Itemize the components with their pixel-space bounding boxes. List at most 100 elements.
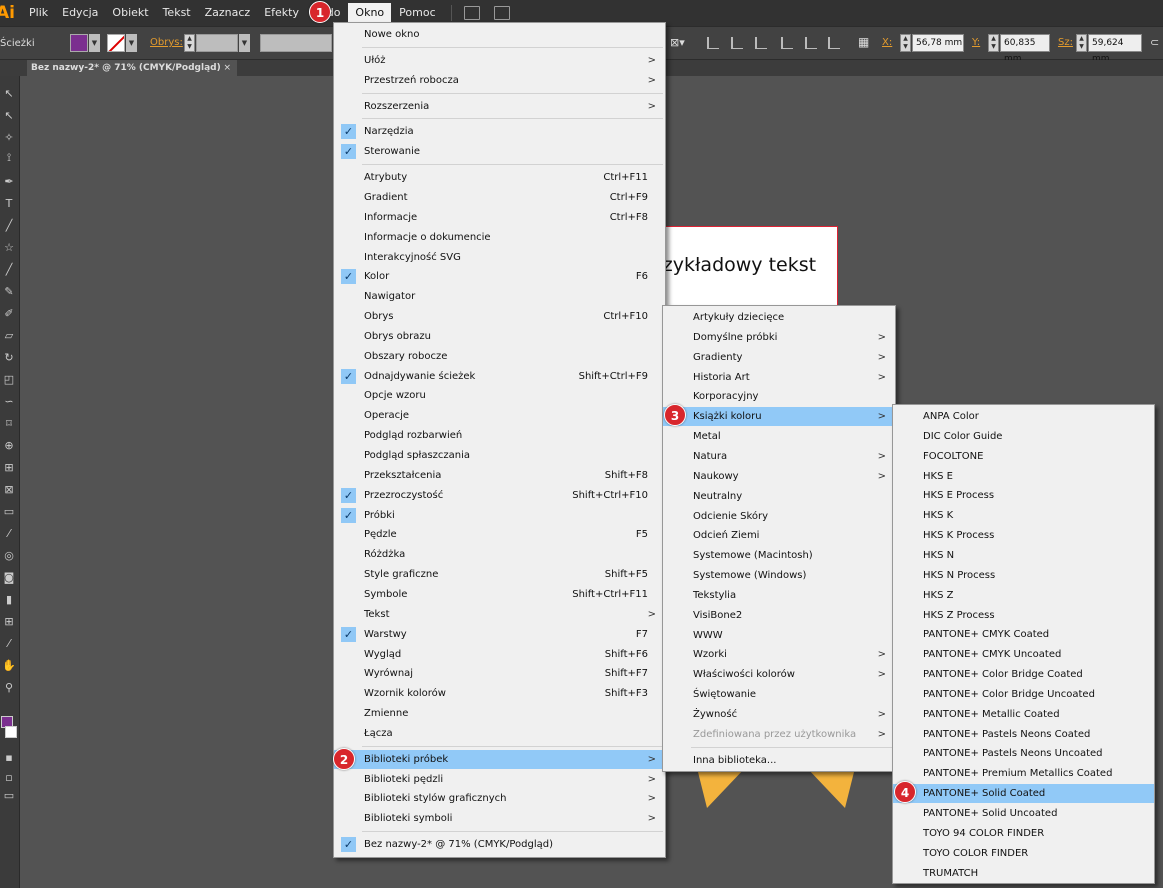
- okno-menu-item-obrys[interactable]: Obrys Ctrl+F10: [334, 307, 665, 326]
- okno-menu-item-opcje-wzoru[interactable]: Opcje wzoru: [334, 386, 665, 405]
- symbol-sprayer-tool-icon[interactable]: ◙: [1, 570, 17, 586]
- fill-dropdown-icon[interactable]: ▼: [89, 34, 100, 52]
- okno-menu-item-wyglad[interactable]: Wygląd Shift+F6: [334, 645, 665, 664]
- okno-menu-item-style-graficzne[interactable]: Style graficzne Shift+F5: [334, 565, 665, 584]
- pencil-tool-icon[interactable]: ✎: [1, 284, 17, 300]
- color-book-item-pantone-pastels-neons-uncoated[interactable]: PANTONE+ Pastels Neons Uncoated: [893, 744, 1154, 763]
- align-right-icon[interactable]: [755, 37, 767, 49]
- okno-menu-item-interakcyjnosc-svg[interactable]: Interakcyjność SVG: [334, 248, 665, 267]
- graph-tool-icon[interactable]: ▮: [1, 592, 17, 608]
- swatch-library-item-artykuly-dzieciece[interactable]: Artykuły dziecięce: [663, 308, 895, 327]
- shape-builder-tool-icon[interactable]: ⊕: [1, 438, 17, 454]
- menu-edycja[interactable]: Edycja: [55, 0, 105, 26]
- okno-menu-item-lacza[interactable]: Łącza: [334, 724, 665, 743]
- eraser-tool-icon[interactable]: ▱: [1, 328, 17, 344]
- okno-menu-item-biblioteki-pedzli[interactable]: Biblioteki pędzli >: [334, 770, 665, 789]
- menu-tekst[interactable]: Tekst: [156, 0, 198, 26]
- okno-menu-item-wyrownaj[interactable]: Wyrównaj Shift+F7: [334, 664, 665, 683]
- okno-menu-item-podglad-splaszczania[interactable]: Podgląd spłaszczania: [334, 446, 665, 465]
- swatch-library-item-odcien-ziemi[interactable]: Odcień Ziemi: [663, 526, 895, 545]
- close-icon[interactable]: ×: [223, 60, 231, 76]
- swatch-library-item-visibone2[interactable]: VisiBone2: [663, 606, 895, 625]
- rotate-tool-icon[interactable]: ↻: [1, 350, 17, 366]
- x-input[interactable]: 56,78 mm: [912, 34, 964, 52]
- okno-menu-item-odnajdywanie-sciezek[interactable]: ✓ Odnajdywanie ścieżek Shift+Ctrl+F9: [334, 367, 665, 386]
- swatch-library-item-ksiazki-koloru[interactable]: Książki koloru >: [663, 407, 895, 427]
- okno-menu-item-gradient[interactable]: Gradient Ctrl+F9: [334, 188, 665, 207]
- swatch-library-item-swietowanie[interactable]: Świętowanie: [663, 685, 895, 704]
- okno-menu-item-nawigator[interactable]: Nawigator: [334, 287, 665, 306]
- color-book-item-toyo-94-color-finder[interactable]: TOYO 94 COLOR FINDER: [893, 824, 1154, 843]
- stroke-color-swatch[interactable]: [5, 726, 17, 738]
- eyedropper-tool-icon[interactable]: ⁄: [1, 526, 17, 542]
- align-left-icon[interactable]: [707, 37, 719, 49]
- drawing-mode-icon[interactable]: ▫: [1, 770, 17, 786]
- okno-menu-item-przeksztalcenia[interactable]: Przekształcenia Shift+F8: [334, 466, 665, 485]
- color-book-item-pantone-color-bridge-uncoated[interactable]: PANTONE+ Color Bridge Uncoated: [893, 685, 1154, 704]
- color-book-item-hks-k[interactable]: HKS K: [893, 506, 1154, 525]
- okno-menu-item-warstwy[interactable]: ✓ Warstwy F7: [334, 625, 665, 644]
- swatch-library-item-historia-art[interactable]: Historia Art >: [663, 368, 895, 387]
- magic-wand-tool-icon[interactable]: ✧: [1, 130, 17, 146]
- menu-okno[interactable]: Okno: [348, 3, 392, 23]
- artboard-tool-icon[interactable]: ⊞: [1, 614, 17, 630]
- line-tool-icon[interactable]: ╱: [1, 218, 17, 234]
- menu-zaznacz[interactable]: Zaznacz: [198, 0, 258, 26]
- okno-menu-item-wzornik-kolorow[interactable]: Wzornik kolorów Shift+F3: [334, 684, 665, 703]
- stroke-weight-input[interactable]: [196, 34, 238, 52]
- color-book-item-focoltone[interactable]: FOCOLTONE: [893, 447, 1154, 466]
- okno-menu-item-tekst[interactable]: Tekst >: [334, 605, 665, 624]
- selection-tool-icon[interactable]: ↖: [1, 86, 17, 102]
- color-book-item-toyo-color-finder[interactable]: TOYO COLOR FINDER: [893, 844, 1154, 863]
- blend-tool-icon[interactable]: ◎: [1, 548, 17, 564]
- color-book-item-pantone-solid-uncoated[interactable]: PANTONE+ Solid Uncoated: [893, 804, 1154, 823]
- stroke-label-link[interactable]: Obrys:: [150, 37, 183, 48]
- color-book-item-hks-z[interactable]: HKS Z: [893, 586, 1154, 605]
- stroke-weight-stepper[interactable]: ▲ ▼: [184, 34, 195, 52]
- reference-point-icon[interactable]: ▦: [858, 35, 869, 49]
- stroke-weight-dropdown-icon[interactable]: ▼: [239, 34, 250, 52]
- okno-menu-item-podglad-rozbarwien[interactable]: Podgląd rozbarwień: [334, 426, 665, 445]
- link-proportions-icon[interactable]: ⊂: [1150, 36, 1159, 49]
- stroke-dropdown-icon[interactable]: ▼: [126, 34, 137, 52]
- okno-menu-item-biblioteki-stylow-graficznych[interactable]: Biblioteki stylów graficznych >: [334, 789, 665, 808]
- color-mode-icon[interactable]: ▪: [1, 750, 17, 766]
- menu-efekty[interactable]: Efekty: [257, 0, 306, 26]
- swatch-library-item-odcienie-skory[interactable]: Odcienie Skóry: [663, 507, 895, 526]
- okno-menu-item-przezroczystosc[interactable]: ✓ Przezroczystość Shift+Ctrl+F10: [334, 486, 665, 505]
- color-book-item-hks-e-process[interactable]: HKS E Process: [893, 486, 1154, 505]
- swatch-library-item-systemowe-windows[interactable]: Systemowe (Windows): [663, 566, 895, 585]
- swatch-library-item-gradienty[interactable]: Gradienty >: [663, 348, 895, 367]
- brush-tool-icon[interactable]: ╱: [1, 262, 17, 278]
- okno-menu-item-informacje-o-dokumencie[interactable]: Informacje o dokumencie: [334, 228, 665, 247]
- width-stepper[interactable]: ▲ ▼: [1076, 34, 1087, 52]
- blob-brush-tool-icon[interactable]: ✐: [1, 306, 17, 322]
- swatch-library-item-domyslne-probki[interactable]: Domyślne próbki >: [663, 328, 895, 347]
- swatch-library-item-metal[interactable]: Metal: [663, 427, 895, 446]
- transform-menu-icon[interactable]: ⊠▾: [670, 36, 685, 49]
- swatch-library-item-www[interactable]: WWW: [663, 626, 895, 645]
- color-book-item-dic-color-guide[interactable]: DIC Color Guide: [893, 427, 1154, 446]
- okno-menu-item-bez-nazwy-2-71-cmyk-podglad[interactable]: ✓ Bez nazwy-2* @ 71% (CMYK/Podgląd): [334, 835, 665, 854]
- menu-obiekt[interactable]: Obiekt: [105, 0, 155, 26]
- color-book-item-trumatch[interactable]: TRUMATCH: [893, 864, 1154, 883]
- okno-menu-item-obrys-obrazu[interactable]: Obrys obrazu: [334, 327, 665, 346]
- y-stepper[interactable]: ▲ ▼: [988, 34, 999, 52]
- swatch-library-item-systemowe-macintosh[interactable]: Systemowe (Macintosh): [663, 546, 895, 565]
- swatch-library-item-zywnosc[interactable]: Żywność >: [663, 705, 895, 724]
- okno-menu-item-biblioteki-symboli[interactable]: Biblioteki symboli >: [334, 809, 665, 828]
- okno-menu-item-rozszerzenia[interactable]: Rozszerzenia >: [334, 97, 665, 116]
- color-book-item-anpa-color[interactable]: ANPA Color: [893, 407, 1154, 426]
- okno-menu-item-atrybuty[interactable]: Atrybuty Ctrl+F11: [334, 168, 665, 187]
- okno-menu-item-nowe-okno[interactable]: Nowe okno: [334, 25, 665, 44]
- swatch-library-item-natura[interactable]: Natura >: [663, 447, 895, 466]
- warp-tool-icon[interactable]: ∽: [1, 394, 17, 410]
- arrange-documents-icon[interactable]: [493, 6, 510, 20]
- color-book-item-pantone-premium-metallics-coated[interactable]: PANTONE+ Premium Metallics Coated: [893, 764, 1154, 783]
- lasso-tool-icon[interactable]: ⟟: [1, 150, 17, 166]
- document-tab[interactable]: Bez nazwy-2* @ 71% (CMYK/Podgląd) ×: [27, 60, 237, 76]
- color-book-item-pantone-solid-coated[interactable]: PANTONE+ Solid Coated: [893, 784, 1154, 804]
- okno-menu-item-informacje[interactable]: Informacje Ctrl+F8: [334, 208, 665, 227]
- color-book-item-pantone-pastels-neons-coated[interactable]: PANTONE+ Pastels Neons Coated: [893, 725, 1154, 744]
- zoom-tool-icon[interactable]: ⚲: [1, 680, 17, 696]
